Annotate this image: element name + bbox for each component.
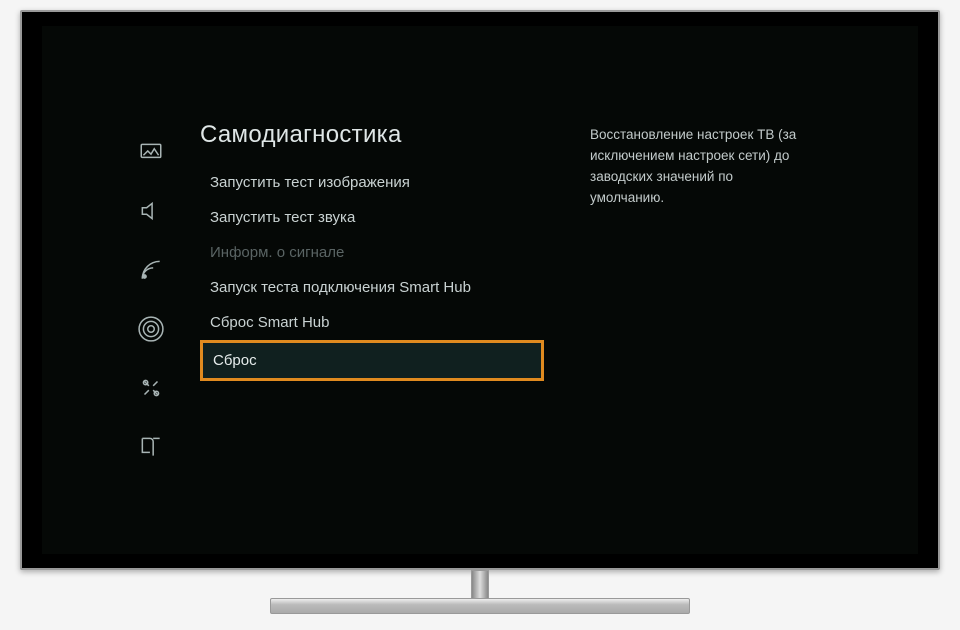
tv-stand-base: [270, 598, 690, 614]
menu-list: Запустить тест изображения Запустить тес…: [200, 165, 544, 381]
menu-item-label: Сброс: [213, 352, 257, 369]
menu-item-signal-info: Информ. о сигнале: [200, 235, 544, 270]
menu-item-reset-smarthub[interactable]: Сброс Smart Hub: [200, 305, 544, 340]
menu-item-label: Запустить тест звука: [210, 209, 355, 226]
menu-item-label: Сброс Smart Hub: [210, 314, 329, 331]
menu-column: Самодиагностика Запустить тест изображен…: [180, 121, 550, 481]
support-icon[interactable]: [138, 375, 164, 406]
description-text: Восстановление настроек ТВ (за исключени…: [590, 125, 800, 209]
settings-sidebar: [122, 121, 180, 481]
sound-icon[interactable]: [138, 198, 164, 229]
settings-ui: Самодиагностика Запустить тест изображен…: [122, 121, 902, 481]
menu-item-picture-test[interactable]: Запустить тест изображения: [200, 165, 544, 200]
menu-item-label: Информ. о сигнале: [210, 244, 344, 261]
tv-stand-neck: [471, 570, 489, 600]
menu-item-smarthub-test[interactable]: Запуск теста подключения Smart Hub: [200, 270, 544, 305]
menu-title: Самодиагностика: [200, 121, 544, 149]
description-panel: Восстановление настроек ТВ (за исключени…: [550, 121, 800, 481]
broadcast-icon[interactable]: [138, 257, 164, 288]
menu-item-sound-test[interactable]: Запустить тест звука: [200, 200, 544, 235]
tv-frame: Самодиагностика Запустить тест изображен…: [20, 10, 940, 570]
tv-bezel: Самодиагностика Запустить тест изображен…: [20, 10, 940, 570]
menu-item-label: Запуск теста подключения Smart Hub: [210, 279, 471, 296]
help-icon[interactable]: [138, 434, 164, 465]
network-icon[interactable]: [138, 316, 164, 347]
tv-screen: Самодиагностика Запустить тест изображен…: [42, 26, 918, 554]
picture-icon[interactable]: [138, 139, 164, 170]
menu-item-reset[interactable]: Сброс: [200, 340, 544, 381]
menu-item-label: Запустить тест изображения: [210, 174, 410, 191]
